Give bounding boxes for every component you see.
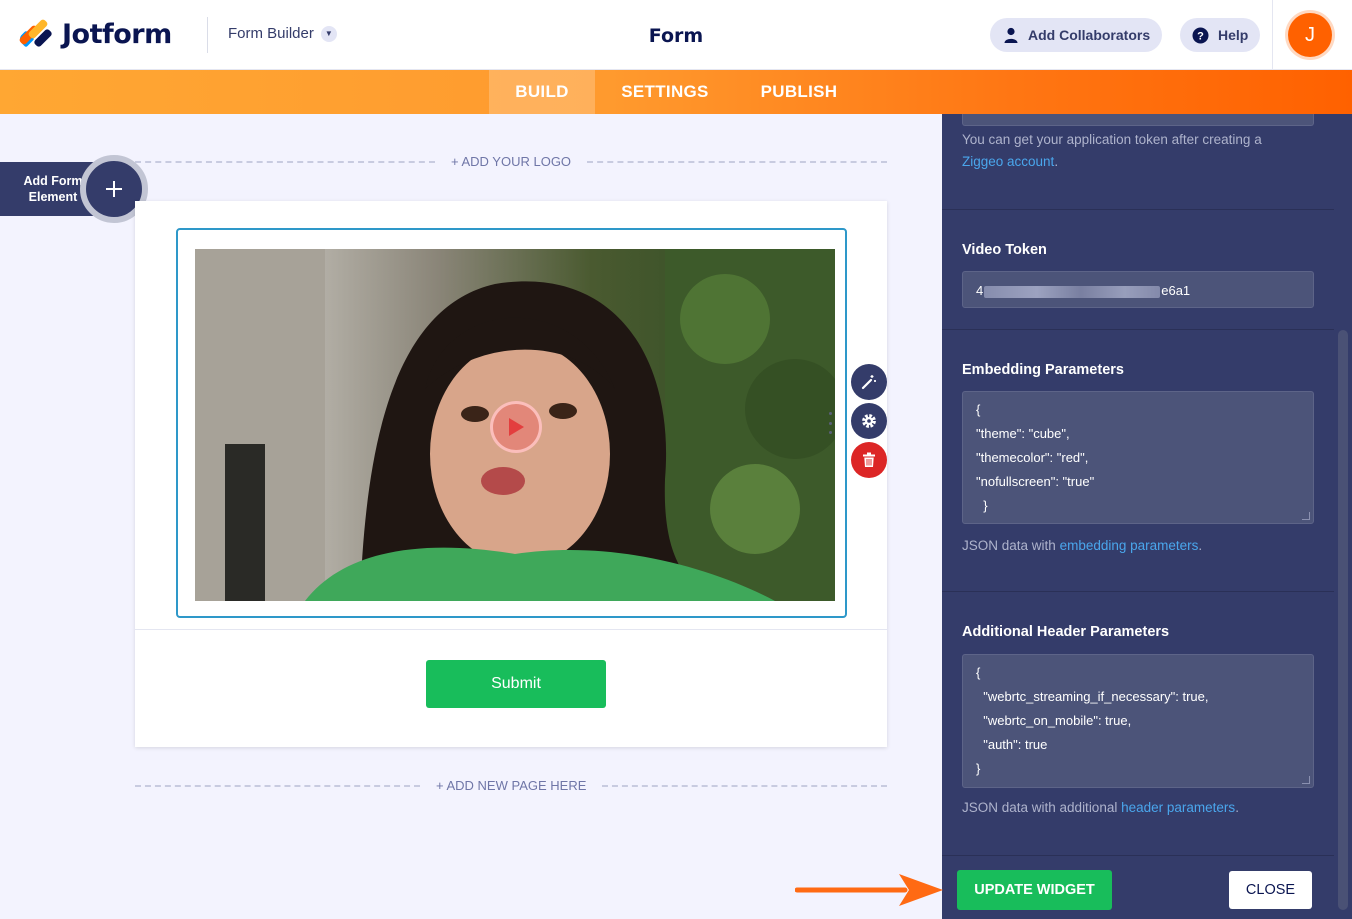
form-builder-menu[interactable]: Form Builder ▼ — [228, 25, 337, 42]
magic-wand-icon[interactable] — [851, 364, 887, 400]
jotform-logo[interactable]: Jotform — [17, 18, 172, 50]
header-help-prefix: JSON data with additional — [962, 800, 1118, 815]
add-collaborators-label: Add Collaborators — [1028, 27, 1151, 43]
page-divider-right — [602, 785, 887, 787]
top-header: Jotform Form Builder ▼ Form Add Collabor… — [0, 0, 1352, 70]
application-token-field[interactable] — [962, 114, 1314, 126]
header-divider-right — [1272, 0, 1273, 70]
embedding-line: "nofullscreen": "true" — [976, 474, 1095, 489]
update-widget-button[interactable]: UPDATE WIDGET — [957, 870, 1112, 910]
jotform-logo-icon — [17, 18, 53, 50]
video-player[interactable] — [195, 249, 835, 601]
add-new-page-link[interactable]: + ADD NEW PAGE HERE — [436, 778, 586, 793]
token-help-text: You can get your application token after… — [962, 129, 1322, 173]
token-help-prefix: You can get your application token after… — [962, 132, 1262, 147]
brand-name: Jotform — [62, 18, 172, 50]
form-title: Form — [648, 25, 704, 47]
embedding-line: "theme": "cube", — [976, 426, 1070, 441]
embedding-line: "themecolor": "red", — [976, 450, 1089, 465]
gear-icon[interactable] — [851, 403, 887, 439]
video-token-end: e6a1 — [1161, 283, 1191, 298]
header-help-text: JSON data with additional header paramet… — [962, 797, 1239, 819]
trash-icon[interactable] — [851, 442, 887, 478]
annotation-arrow-icon — [795, 874, 943, 906]
logo-divider-left — [135, 161, 435, 163]
add-collaborators-button[interactable]: Add Collaborators — [990, 18, 1163, 52]
resize-grip-icon[interactable] — [1302, 776, 1310, 784]
avatar[interactable]: J — [1288, 13, 1332, 57]
help-icon: ? — [1192, 27, 1209, 44]
embedding-parameters-link[interactable]: embedding parameters — [1060, 538, 1199, 553]
video-token-label: Video Token — [962, 242, 1047, 258]
video-token-value: 4 e6a1 — [976, 283, 1190, 298]
embedding-parameters-textarea[interactable]: { "theme": "cube", "themecolor": "red", … — [962, 391, 1314, 524]
header-line: "webrtc_streaming_if_necessary": true, — [976, 689, 1209, 704]
logo-divider-right — [587, 161, 887, 163]
submit-button[interactable]: Submit — [426, 660, 606, 708]
header-line: { — [976, 665, 981, 680]
token-help-suffix: . — [1054, 154, 1059, 169]
drag-handle[interactable] — [829, 412, 833, 434]
form-builder-label: Form Builder — [228, 25, 314, 42]
play-icon[interactable] — [490, 401, 542, 453]
video-token-start: 4 — [976, 283, 984, 298]
tab-build[interactable]: BUILD — [489, 70, 595, 114]
panel-divider — [942, 855, 1334, 856]
embedding-line: } — [976, 498, 988, 513]
chevron-down-icon: ▼ — [320, 25, 337, 42]
close-button[interactable]: CLOSE — [1229, 871, 1312, 909]
builder-tabs: BUILD SETTINGS PUBLISH — [0, 70, 1352, 114]
header-line: "webrtc_on_mobile": true, — [976, 713, 1132, 728]
user-icon — [1002, 27, 1019, 44]
help-label: Help — [1218, 27, 1249, 43]
embedding-help-suffix: . — [1198, 538, 1203, 553]
panel-scrollbar[interactable] — [1338, 330, 1348, 910]
redacted-token — [984, 285, 1161, 298]
embedding-line: { — [976, 402, 981, 417]
header-divider — [207, 17, 208, 53]
page-divider-left — [135, 785, 420, 787]
header-help-suffix: . — [1235, 800, 1239, 815]
add-form-element-label: Add Form Element — [23, 174, 83, 204]
embedding-help-prefix: JSON data with — [962, 538, 1056, 553]
video-token-input[interactable]: 4 e6a1 — [962, 271, 1314, 308]
panel-divider — [942, 329, 1334, 330]
embedding-parameters-label: Embedding Parameters — [962, 362, 1124, 378]
header-line: "auth": true — [976, 737, 1048, 752]
tab-settings[interactable]: SETTINGS — [606, 70, 724, 114]
card-divider — [135, 629, 887, 630]
header-parameters-label: Additional Header Parameters — [962, 624, 1170, 640]
embedding-help-text: JSON data with embedding parameters. — [962, 535, 1202, 557]
help-button[interactable]: ? Help — [1180, 18, 1261, 52]
panel-divider — [942, 209, 1334, 210]
plus-icon — [106, 181, 122, 197]
header-line: } — [976, 761, 981, 776]
header-parameters-textarea[interactable]: { "webrtc_streaming_if_necessary": true,… — [962, 654, 1314, 788]
svg-text:?: ? — [1197, 30, 1204, 42]
header-parameters-link[interactable]: header parameters — [1121, 800, 1235, 815]
ziggeo-account-link[interactable]: Ziggeo account — [962, 154, 1054, 169]
resize-grip-icon[interactable] — [1302, 512, 1310, 520]
tab-publish[interactable]: PUBLISH — [740, 70, 858, 114]
add-logo-link[interactable]: + ADD YOUR LOGO — [451, 154, 571, 169]
panel-divider — [942, 591, 1334, 592]
